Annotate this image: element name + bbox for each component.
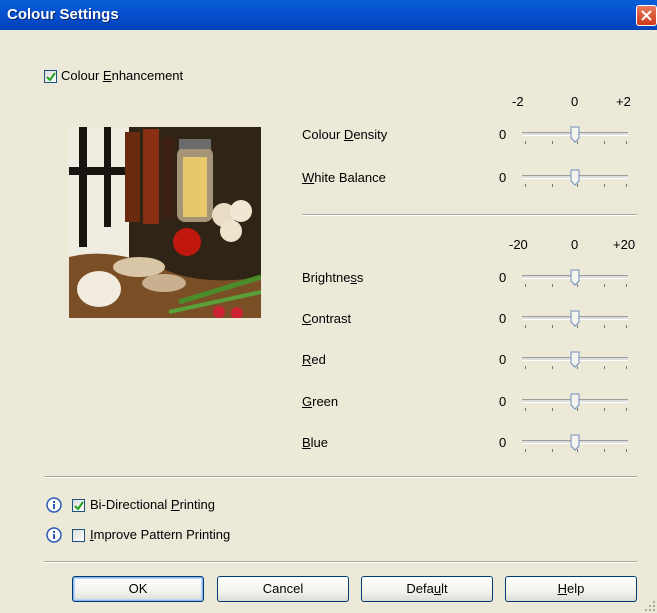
slider-tick: [604, 184, 605, 187]
slider-tick: [525, 366, 526, 369]
white-balance-label: White Balance: [302, 170, 386, 185]
slider-tick: [525, 284, 526, 287]
title-bar: Colour Settings: [0, 0, 657, 30]
colour-enhancement-checkbox[interactable]: [44, 70, 57, 83]
scale2-min: -20: [509, 237, 528, 252]
slider-thumb-icon[interactable]: [570, 434, 580, 452]
resize-grip[interactable]: [643, 599, 657, 613]
slider-tick: [626, 184, 627, 187]
slider-tick: [626, 141, 627, 144]
slider-tick: [626, 408, 627, 411]
brightness-label: Brightness: [302, 270, 364, 285]
close-icon: [641, 10, 652, 21]
blue-value: 0: [499, 435, 507, 450]
separator: [44, 476, 637, 478]
scale1-min: -2: [512, 94, 524, 109]
slider-tick: [552, 449, 553, 452]
colour-density-slider[interactable]: [520, 126, 630, 146]
slider-tick: [525, 449, 526, 452]
contrast-slider[interactable]: [520, 310, 630, 330]
slider-tick: [552, 325, 553, 328]
slider-tick: [552, 141, 553, 144]
default-button[interactable]: Default: [361, 576, 493, 602]
slider-thumb-icon[interactable]: [570, 126, 580, 144]
window-title: Colour Settings: [7, 6, 119, 23]
checkmark-icon: [74, 501, 84, 511]
cancel-button[interactable]: Cancel: [217, 576, 349, 602]
slider-tick: [626, 449, 627, 452]
white-balance-slider[interactable]: [520, 169, 630, 189]
colour-density-value: 0: [499, 127, 507, 142]
green-value: 0: [499, 394, 507, 409]
slider-thumb-icon[interactable]: [570, 169, 580, 187]
slider-tick: [604, 449, 605, 452]
close-button[interactable]: [636, 5, 657, 26]
slider-tick: [604, 284, 605, 287]
green-slider[interactable]: [520, 393, 630, 413]
info-icon[interactable]: [46, 527, 62, 543]
sample-photo: [69, 127, 261, 318]
slider-tick: [525, 408, 526, 411]
bi-directional-printing-checkbox[interactable]: [72, 499, 85, 512]
slider-tick: [604, 408, 605, 411]
info-icon[interactable]: [46, 497, 62, 513]
slider-tick: [626, 325, 627, 328]
brightness-slider[interactable]: [520, 269, 630, 289]
slider-tick: [604, 366, 605, 369]
slider-thumb-icon[interactable]: [570, 269, 580, 287]
red-label: Red: [302, 352, 326, 367]
slider-tick: [525, 141, 526, 144]
slider-tick: [604, 325, 605, 328]
colour-enhancement-label[interactable]: Colour Enhancement: [61, 68, 183, 83]
slider-tick: [626, 284, 627, 287]
checkmark-icon: [46, 72, 56, 82]
bi-directional-printing-label[interactable]: Bi-Directional Printing: [90, 497, 215, 512]
slider-thumb-icon[interactable]: [570, 393, 580, 411]
red-slider[interactable]: [520, 351, 630, 371]
colour-density-label: Colour Density: [302, 127, 388, 142]
slider-tick: [525, 325, 526, 328]
blue-slider[interactable]: [520, 434, 630, 454]
separator: [302, 214, 637, 216]
slider-tick: [552, 408, 553, 411]
slider-tick: [552, 366, 553, 369]
slider-thumb-icon[interactable]: [570, 351, 580, 369]
contrast-value: 0: [499, 311, 507, 326]
scale1-max: +2: [616, 94, 631, 109]
improve-pattern-printing-checkbox[interactable]: [72, 529, 85, 542]
ok-button[interactable]: OK: [72, 576, 204, 602]
separator: [44, 561, 637, 563]
brightness-value: 0: [499, 270, 507, 285]
slider-thumb-icon[interactable]: [570, 310, 580, 328]
blue-label: Blue: [302, 435, 329, 450]
white-balance-value: 0: [499, 170, 507, 185]
slider-tick: [525, 184, 526, 187]
slider-tick: [604, 141, 605, 144]
scale1-mid: 0: [571, 94, 579, 109]
red-value: 0: [499, 352, 507, 367]
slider-tick: [626, 366, 627, 369]
help-button[interactable]: Help: [505, 576, 637, 602]
improve-pattern-printing-label[interactable]: Improve Pattern Printing: [90, 527, 230, 542]
slider-tick: [552, 184, 553, 187]
green-label: Green: [302, 394, 339, 409]
scale2-mid: 0: [571, 237, 579, 252]
scale2-max: +20: [613, 237, 636, 252]
slider-tick: [552, 284, 553, 287]
contrast-label: Contrast: [302, 311, 352, 326]
